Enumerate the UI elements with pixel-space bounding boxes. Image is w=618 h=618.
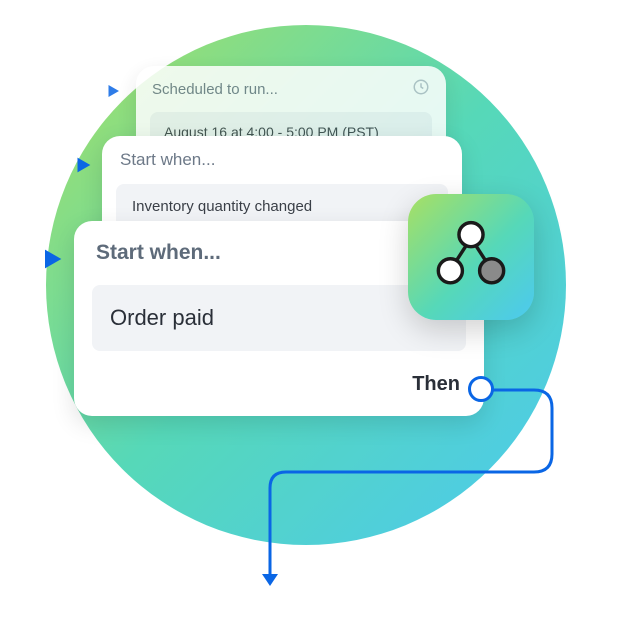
flow-connector-node[interactable]	[468, 376, 494, 402]
card-header-text: Scheduled to run...	[152, 81, 278, 98]
card-header-text: Start when...	[96, 241, 221, 265]
play-marker-icon	[72, 154, 94, 181]
card-header-text: Start when...	[120, 150, 215, 170]
card-header: Scheduled to run...	[136, 66, 446, 112]
flow-arrow-connector	[256, 386, 568, 606]
play-marker-icon	[104, 82, 122, 105]
play-marker-icon	[38, 245, 66, 278]
tree-graph-icon	[428, 214, 514, 300]
clock-icon	[412, 78, 430, 100]
card-header: Start when...	[102, 136, 462, 184]
workflow-app-icon	[408, 194, 534, 320]
